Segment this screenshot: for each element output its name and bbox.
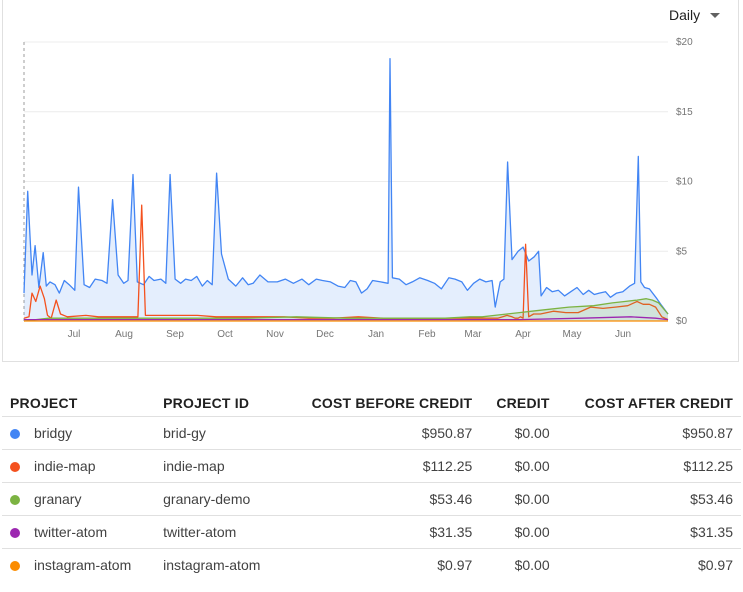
cost-after-credit-cell: $112.25 xyxy=(557,449,741,483)
table-row[interactable]: instagram-atom instagram-atom $0.97 $0.0… xyxy=(2,549,741,582)
x-tick-label: Jan xyxy=(368,329,384,340)
cost-after-credit-cell: $53.46 xyxy=(557,482,741,516)
x-tick-label: Nov xyxy=(266,329,284,340)
credit-cell: $0.00 xyxy=(480,482,558,516)
column-header-cost-after-credit[interactable]: COST AFTER CREDIT xyxy=(557,386,741,417)
project-name: bridgy xyxy=(34,425,73,441)
x-tick-label: Feb xyxy=(418,329,436,340)
project-id-cell: granary-demo xyxy=(155,482,284,516)
credit-cell: $0.00 xyxy=(480,449,558,483)
series-area-bridgy xyxy=(24,58,668,321)
legend-dot-icon xyxy=(10,495,20,505)
table-header-row: PROJECT PROJECT ID COST BEFORE CREDIT CR… xyxy=(2,386,741,417)
series-line-bridgy xyxy=(23,58,669,315)
cost-before-credit-cell: $112.25 xyxy=(283,449,481,483)
x-tick-label: May xyxy=(563,329,582,340)
x-tick-label: Mar xyxy=(464,329,482,340)
table-row[interactable]: granary granary-demo $53.46 $0.00 $53.46 xyxy=(2,482,741,516)
project-id-cell: instagram-atom xyxy=(163,557,261,573)
x-tick-label: Sep xyxy=(166,329,184,340)
x-tick-label: Oct xyxy=(217,329,233,340)
column-header-project[interactable]: PROJECT xyxy=(2,386,156,417)
legend-dot-icon xyxy=(10,561,20,571)
legend-dot-icon xyxy=(10,429,20,439)
credit-cell: $0.00 xyxy=(480,515,558,549)
project-name: granary xyxy=(34,491,82,507)
y-tick-label: $0 xyxy=(676,316,688,327)
credit-cell: $0.00 xyxy=(514,557,550,573)
x-tick-label: Dec xyxy=(316,329,334,340)
cost-before-credit-cell: $950.87 xyxy=(283,416,481,450)
column-header-project-id[interactable]: PROJECT ID xyxy=(155,386,284,417)
cost-chart: $20 $15 $10 $5 $0 Jul Aug Sep Oct Nov Dec Jan Feb Mar… xyxy=(23,37,693,340)
project-cell: indie-map xyxy=(2,449,156,483)
project-name: twitter-atom xyxy=(34,524,108,540)
table-row[interactable]: indie-map indie-map $112.25 $0.00 $112.2… xyxy=(2,449,741,483)
y-tick-label: $10 xyxy=(676,177,693,188)
legend-dot-icon xyxy=(10,462,20,472)
project-cell: granary xyxy=(2,482,156,516)
table-row[interactable]: twitter-atom twitter-atom $31.35 $0.00 $… xyxy=(2,515,741,549)
y-tick-label: $5 xyxy=(676,246,688,257)
project-cell: twitter-atom xyxy=(2,515,156,549)
x-tick-label: Jul xyxy=(68,329,81,340)
project-cell: instagram-atom xyxy=(2,549,155,582)
project-name: instagram-atom xyxy=(34,557,132,573)
column-header-credit[interactable]: CREDIT xyxy=(480,386,558,417)
cost-before-credit-cell: $31.35 xyxy=(283,515,481,549)
project-id-cell: brid-gy xyxy=(155,416,284,450)
x-tick-label: Apr xyxy=(515,329,531,340)
cost-before-credit-cell: $0.97 xyxy=(437,557,473,573)
credit-cell: $0.00 xyxy=(480,416,558,450)
x-tick-label: Jun xyxy=(615,329,631,340)
cost-after-credit-cell: $31.35 xyxy=(557,515,741,549)
project-id-cell: indie-map xyxy=(155,449,284,483)
project-cell: bridgy xyxy=(2,416,156,450)
project-name: indie-map xyxy=(34,458,96,474)
table-row[interactable]: bridgy brid-gy $950.87 $0.00 $950.87 xyxy=(2,416,741,450)
y-tick-label: $15 xyxy=(676,107,693,118)
cost-table: PROJECT PROJECT ID COST BEFORE CREDIT CR… xyxy=(2,386,741,581)
legend-dot-icon xyxy=(10,528,20,538)
column-header-cost-before-credit[interactable]: COST BEFORE CREDIT xyxy=(283,386,481,417)
cost-before-credit-cell: $53.46 xyxy=(283,482,481,516)
cost-after-credit-cell: $0.97 xyxy=(697,557,733,573)
cost-after-credit-cell: $950.87 xyxy=(557,416,741,450)
x-tick-label: Aug xyxy=(115,329,133,340)
y-tick-label: $20 xyxy=(676,37,693,48)
project-id-cell: twitter-atom xyxy=(155,515,284,549)
